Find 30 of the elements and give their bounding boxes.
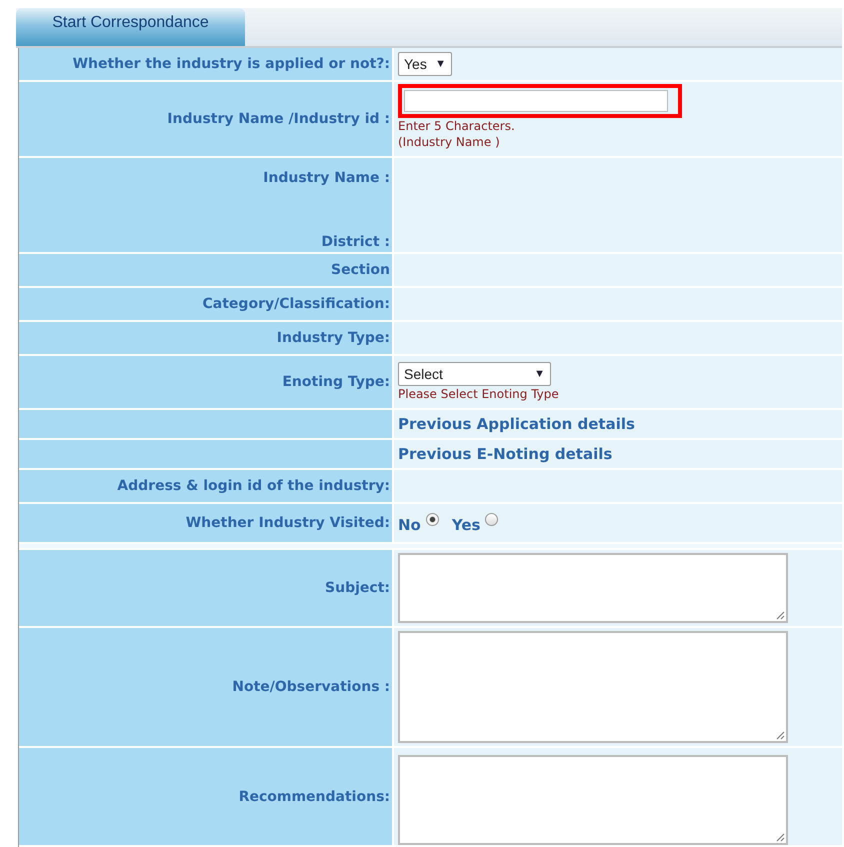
field-label: Address & login id of the industry:: [117, 478, 390, 494]
text-area[interactable]: [398, 755, 788, 845]
radio-button[interactable]: [485, 512, 498, 526]
field-label: Recommendations:: [238, 788, 390, 804]
dropdown[interactable]: Yes ▼: [398, 52, 452, 76]
hint-text: Enter 5 Characters.: [398, 118, 516, 134]
radio-button[interactable]: [426, 512, 439, 526]
field-label: Industry Name /Industry id :: [167, 111, 390, 127]
field-label: Subject:: [325, 580, 390, 596]
field-label: District :: [321, 234, 390, 250]
radio-label: Yes: [452, 516, 480, 534]
field-label: Whether Industry Visited:: [186, 515, 390, 531]
hint-text: (Industry Name ): [398, 134, 501, 150]
resize-grip-icon[interactable]: [775, 832, 785, 842]
field-label: Industry Type:: [276, 330, 390, 346]
resize-grip-icon[interactable]: [775, 730, 785, 740]
field-label: Note/Observations :: [232, 679, 390, 695]
field-label: Category/Classification:: [202, 296, 390, 312]
hint-text: Please Select Enoting Type: [398, 386, 560, 402]
field-label: Enoting Type:: [282, 374, 390, 390]
dropdown[interactable]: Select ▼: [398, 362, 551, 386]
input-field[interactable]: [404, 90, 668, 112]
form-tab[interactable]: Start Correspondance: [16, 8, 245, 46]
field-label: Whether the industry is applied or not?:: [72, 56, 390, 72]
radio-label: No: [398, 516, 421, 534]
resize-grip-icon[interactable]: [775, 610, 785, 620]
text-area[interactable]: [398, 631, 788, 743]
text-area[interactable]: [398, 553, 788, 623]
field-label: Section: [331, 262, 390, 278]
field-label: Industry Name :: [263, 170, 390, 186]
